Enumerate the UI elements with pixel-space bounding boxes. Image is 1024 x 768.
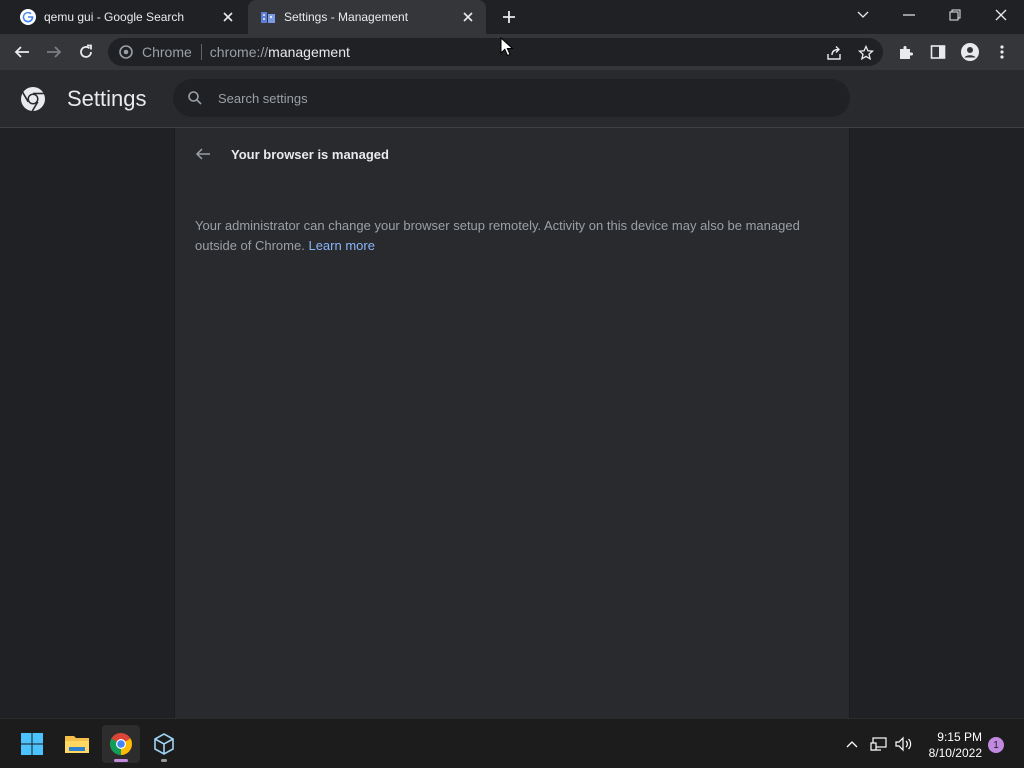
- tab-google-search[interactable]: qemu gui - Google Search: [8, 0, 246, 34]
- management-description: Your administrator can change your brows…: [195, 216, 815, 256]
- close-window-button[interactable]: [978, 0, 1024, 30]
- tab-close-icon[interactable]: [458, 7, 478, 27]
- chevron-down-icon: [857, 11, 869, 18]
- url-host: management: [268, 44, 350, 60]
- virtualbox-taskbar-button[interactable]: [145, 725, 183, 763]
- profile-button[interactable]: [956, 38, 984, 66]
- speaker-icon: [895, 736, 912, 752]
- close-icon: [995, 9, 1007, 21]
- active-app-indicator: [114, 759, 128, 762]
- tab-strip: qemu gui - Google Search Settings - Mana…: [0, 0, 1024, 34]
- running-app-indicator: [161, 759, 167, 762]
- share-icon[interactable]: [823, 42, 845, 64]
- clock-time: 9:15 PM: [937, 730, 982, 744]
- kebab-menu-icon: [1000, 45, 1004, 59]
- learn-more-link[interactable]: Learn more: [308, 238, 374, 253]
- url-text: chrome://management: [210, 44, 350, 60]
- reload-button[interactable]: [72, 38, 100, 66]
- page-title: Settings: [67, 86, 147, 111]
- start-button[interactable]: [13, 725, 51, 763]
- screen: qemu gui - Google Search Settings - Mana…: [0, 0, 1024, 768]
- mouse-cursor-icon: [500, 37, 514, 57]
- address-bar[interactable]: Chrome chrome://management: [108, 38, 883, 66]
- url-prefix: chrome://: [209, 44, 269, 60]
- taskbar-clock[interactable]: 9:15 PM 8/10/2022: [922, 729, 982, 761]
- notification-badge[interactable]: 1: [988, 737, 1004, 753]
- puzzle-icon: [900, 46, 913, 59]
- profile-icon: [961, 43, 979, 61]
- forward-button[interactable]: [40, 38, 68, 66]
- taskbar: 9:15 PM 8/10/2022 1: [0, 718, 1024, 768]
- bookmark-star-icon[interactable]: [855, 42, 877, 64]
- extensions-button[interactable]: [892, 38, 920, 66]
- clock-date: 8/10/2022: [928, 746, 982, 760]
- side-panel-button[interactable]: [924, 38, 952, 66]
- chrome-taskbar-button[interactable]: [102, 725, 140, 763]
- virtualbox-icon: [154, 733, 174, 755]
- back-button[interactable]: [8, 38, 36, 66]
- reload-icon: [80, 44, 92, 58]
- minimize-icon: [903, 14, 915, 16]
- windows-start-icon: [21, 733, 43, 755]
- volume-button[interactable]: [894, 735, 914, 753]
- network-icon: [870, 737, 887, 751]
- chevron-up-icon: [846, 741, 858, 748]
- google-g-icon: [20, 9, 36, 25]
- arrow-left-icon: [195, 148, 210, 160]
- settings-header: Settings: [0, 70, 1024, 128]
- management-heading: Your browser is managed: [231, 147, 389, 162]
- omnibox-divider: [200, 44, 202, 60]
- site-chip-label: Chrome: [142, 44, 192, 60]
- show-hidden-icons-button[interactable]: [842, 735, 862, 753]
- chrome-logo-icon: [20, 86, 46, 112]
- restore-icon: [949, 9, 961, 21]
- search-input[interactable]: [218, 90, 818, 106]
- back-to-settings-button[interactable]: [192, 144, 214, 164]
- description-text: Your administrator can change your brows…: [195, 218, 800, 253]
- plus-icon: [503, 11, 515, 23]
- side-panel-icon: [930, 45, 946, 59]
- chrome-site-icon[interactable]: [118, 44, 134, 60]
- network-button[interactable]: [869, 735, 889, 753]
- arrow-left-icon: [14, 46, 29, 58]
- settings-page-icon: [260, 9, 276, 25]
- tab-search-button[interactable]: [840, 0, 886, 30]
- tab-title: Settings - Management: [284, 10, 409, 24]
- restore-button[interactable]: [932, 0, 978, 30]
- tab-settings-management[interactable]: Settings - Management: [248, 0, 486, 34]
- file-explorer-icon: [65, 736, 89, 753]
- menu-button[interactable]: [988, 38, 1016, 66]
- arrow-right-icon: [47, 46, 62, 58]
- minimize-button[interactable]: [886, 0, 932, 30]
- search-icon: [186, 89, 204, 107]
- search-settings-field[interactable]: [173, 79, 850, 117]
- tab-close-icon[interactable]: [218, 7, 238, 27]
- new-tab-button[interactable]: [498, 7, 520, 27]
- chrome-icon: [110, 733, 132, 755]
- tab-title: qemu gui - Google Search: [44, 10, 185, 24]
- file-explorer-button[interactable]: [58, 725, 96, 763]
